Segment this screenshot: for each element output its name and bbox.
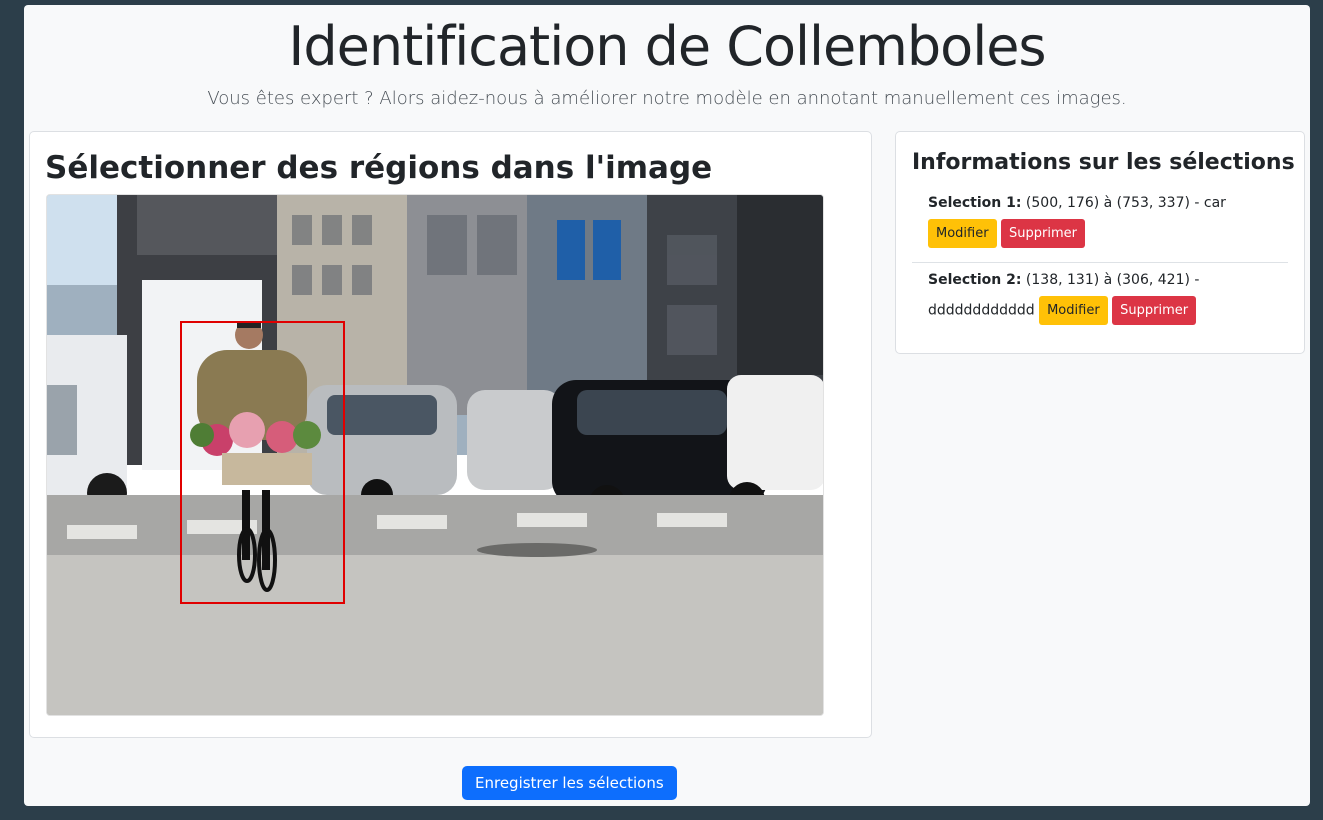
image-card-title: Sélectionner des régions dans l'image — [45, 150, 713, 186]
selection-item-2: Selection 2: (138, 131) à (306, 421) - d… — [912, 270, 1288, 340]
selection-coords: (138, 131) à (306, 421) - — [1025, 272, 1200, 288]
delete-selection-button[interactable]: Supprimer — [1001, 219, 1085, 248]
annotation-canvas[interactable] — [46, 194, 824, 716]
image-selection-card: Sélectionner des régions dans l'image — [29, 131, 872, 738]
selection-label: Selection 2: — [928, 272, 1022, 288]
save-selections-button[interactable]: Enregistrer les sélections — [462, 766, 677, 800]
selections-card-title: Informations sur les sélections — [912, 150, 1295, 175]
selection-class-name: dddddddddddd — [928, 302, 1035, 319]
delete-selection-button[interactable]: Supprimer — [1112, 296, 1197, 325]
selections-info-card: Informations sur les sélections Selectio… — [895, 131, 1305, 354]
selection-item-1: Selection 1: (500, 176) à (753, 337) - c… — [912, 193, 1288, 263]
selection-label: Selection 1: — [928, 195, 1022, 211]
street-photo — [47, 195, 823, 715]
selection-box-2[interactable] — [180, 321, 345, 604]
page-subtitle: Vous êtes expert ? Alors aidez-nous à am… — [207, 88, 1127, 109]
selection-coords: (500, 176) à (753, 337) - car — [1025, 195, 1226, 211]
edit-selection-button[interactable]: Modifier — [928, 219, 997, 248]
page-title: Identification de Collemboles — [288, 15, 1046, 78]
page: Identification de Collemboles Vous êtes … — [24, 5, 1310, 806]
edit-selection-button[interactable]: Modifier — [1039, 296, 1108, 325]
